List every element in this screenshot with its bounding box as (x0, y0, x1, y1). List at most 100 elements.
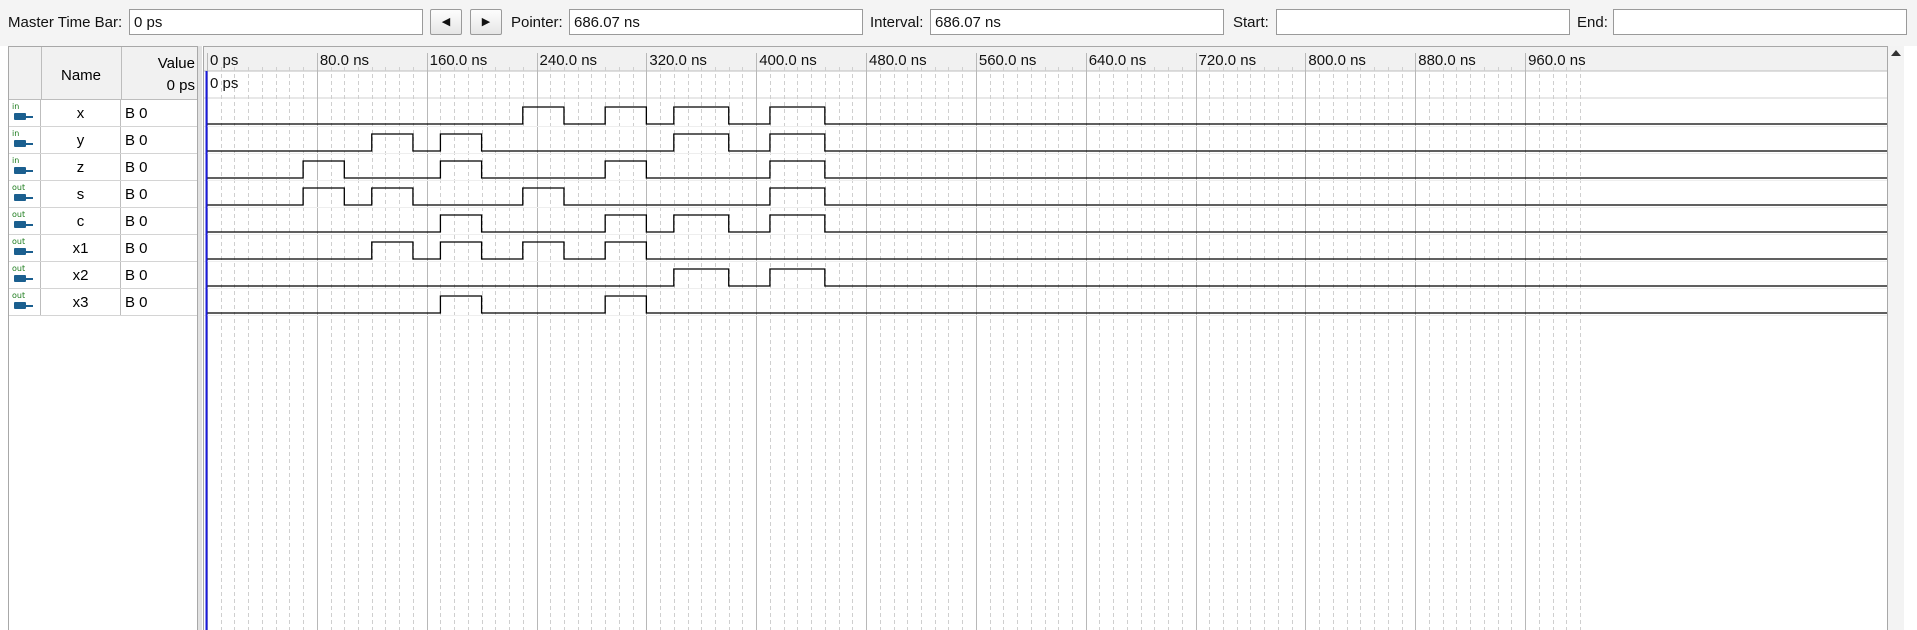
pin-column-header[interactable] (9, 47, 42, 99)
time-tick-label: 400.0 ns (759, 52, 817, 69)
pin-body-shape (14, 302, 26, 309)
pin-lead-shape (26, 170, 33, 172)
signal-value: B 0 (125, 186, 148, 203)
master-time-bar-input[interactable]: 0 ps (129, 9, 423, 35)
signal-value: B 0 (125, 159, 148, 176)
name-column-header[interactable]: Name (41, 47, 122, 99)
pin-direction-label: out (12, 237, 26, 246)
pin-lead-shape (26, 116, 33, 118)
pin-cell: out (9, 181, 41, 207)
signal-value: B 0 (125, 132, 148, 149)
start-label: Start: (1233, 14, 1269, 31)
vertical-scrollbar[interactable] (1888, 46, 1904, 630)
waveform-z (207, 160, 1887, 179)
signal-row-x3[interactable]: out x3 B 0 (9, 289, 197, 316)
pin-cell: out (9, 262, 41, 288)
pin-direction-label: out (12, 183, 26, 192)
pin-body-shape (14, 140, 26, 147)
previous-transition-button[interactable]: ◀ (430, 9, 462, 35)
signal-value: B 0 (125, 105, 148, 122)
end-field[interactable] (1613, 9, 1907, 35)
pin-lead-shape (26, 305, 33, 307)
triangle-right-icon: ▶ (481, 16, 491, 28)
time-tick-label: 560.0 ns (979, 52, 1037, 69)
signal-name[interactable]: x (41, 100, 121, 126)
interval-field[interactable]: 686.07 ns (930, 9, 1224, 35)
pin-cell: in (9, 100, 41, 126)
time-tick-label: 720.0 ns (1199, 52, 1257, 69)
signal-name[interactable]: c (41, 208, 121, 234)
pointer-field[interactable]: 686.07 ns (569, 9, 863, 35)
signal-row-y[interactable]: in y B 0 (9, 127, 197, 154)
waveform-x2 (207, 268, 1887, 287)
pin-direction-label: out (12, 291, 26, 300)
name-header-label: Name (60, 67, 101, 84)
value-header-time: 0 ps (166, 77, 195, 94)
signal-name[interactable]: y (41, 127, 121, 153)
pin-body-shape (14, 275, 26, 282)
time-tick-label: 160.0 ns (430, 52, 488, 69)
pin-body-shape (14, 167, 26, 174)
pin-cell: in (9, 154, 41, 180)
panel-splitter[interactable] (198, 46, 202, 630)
next-transition-button[interactable]: ▶ (470, 9, 502, 35)
pin-body-shape (14, 221, 26, 228)
triangle-left-icon: ◀ (441, 16, 451, 28)
input-pin-icon: in (12, 129, 34, 150)
time-tick-label: 800.0 ns (1308, 52, 1366, 69)
signal-value: B 0 (125, 267, 148, 284)
output-pin-icon: out (12, 183, 34, 204)
pin-direction-label: in (12, 102, 20, 111)
waveform-y (207, 133, 1887, 152)
signal-value: B 0 (125, 294, 148, 311)
signal-value: B 0 (125, 240, 148, 257)
signal-list-panel: Name Value 0 ps in x B 0 in y B 0 in z B 0 out s B … (8, 46, 198, 630)
waveform-x3 (207, 295, 1887, 314)
pin-body-shape (14, 248, 26, 255)
pin-direction-label: out (12, 210, 26, 219)
pin-lead-shape (26, 224, 33, 226)
master-time-bar-label: Master Time Bar: (8, 14, 123, 31)
time-tick-label: 480.0 ns (869, 52, 927, 69)
cursor-time-label: 0 ps (210, 75, 238, 92)
waveform-view[interactable]: 0 ps 80.0 ns 160.0 ns 240.0 ns 320.0 ns 400.0… (203, 46, 1888, 630)
pin-body-shape (14, 113, 26, 120)
waveform-x (207, 106, 1887, 125)
time-tick-label: 640.0 ns (1089, 52, 1147, 69)
output-pin-icon: out (12, 210, 34, 231)
value-header-label[interactable]: Value (158, 55, 195, 72)
signal-name[interactable]: z (41, 154, 121, 180)
waveform-s (207, 187, 1887, 206)
pin-cell: out (9, 208, 41, 234)
signal-row-x2[interactable]: out x2 B 0 (9, 262, 197, 289)
end-label: End: (1577, 14, 1608, 31)
signal-name[interactable]: s (41, 181, 121, 207)
signal-name[interactable]: x3 (41, 289, 121, 315)
time-tick-label: 960.0 ns (1528, 52, 1586, 69)
signal-row-x1[interactable]: out x1 B 0 (9, 235, 197, 262)
time-tick-label: 240.0 ns (540, 52, 598, 69)
time-tick-label: 880.0 ns (1418, 52, 1476, 69)
interval-label: Interval: (870, 14, 924, 31)
output-pin-icon: out (12, 291, 34, 312)
pointer-label: Pointer: (511, 14, 563, 31)
time-tick-label: 320.0 ns (649, 52, 707, 69)
signal-name[interactable]: x2 (41, 262, 121, 288)
signal-row-c[interactable]: out c B 0 (9, 208, 197, 235)
signal-row-x[interactable]: in x B 0 (9, 100, 197, 127)
scroll-up-arrow-icon[interactable] (1891, 50, 1901, 56)
signal-row-s[interactable]: out s B 0 (9, 181, 197, 208)
pin-lead-shape (26, 278, 33, 280)
signal-name[interactable]: x1 (41, 235, 121, 261)
time-tick-label: 80.0 ns (320, 52, 369, 69)
waveform-c (207, 214, 1887, 233)
signal-row-z[interactable]: in z B 0 (9, 154, 197, 181)
pin-lead-shape (26, 197, 33, 199)
pin-cell: out (9, 289, 41, 315)
start-field[interactable] (1276, 9, 1570, 35)
input-pin-icon: in (12, 102, 34, 123)
pin-cell: out (9, 235, 41, 261)
waveform-canvas[interactable]: 0 ps 80.0 ns 160.0 ns 240.0 ns 320.0 ns 400.0… (204, 47, 1887, 630)
time-tick-label: 0 ps (210, 52, 238, 69)
pin-body-shape (14, 194, 26, 201)
